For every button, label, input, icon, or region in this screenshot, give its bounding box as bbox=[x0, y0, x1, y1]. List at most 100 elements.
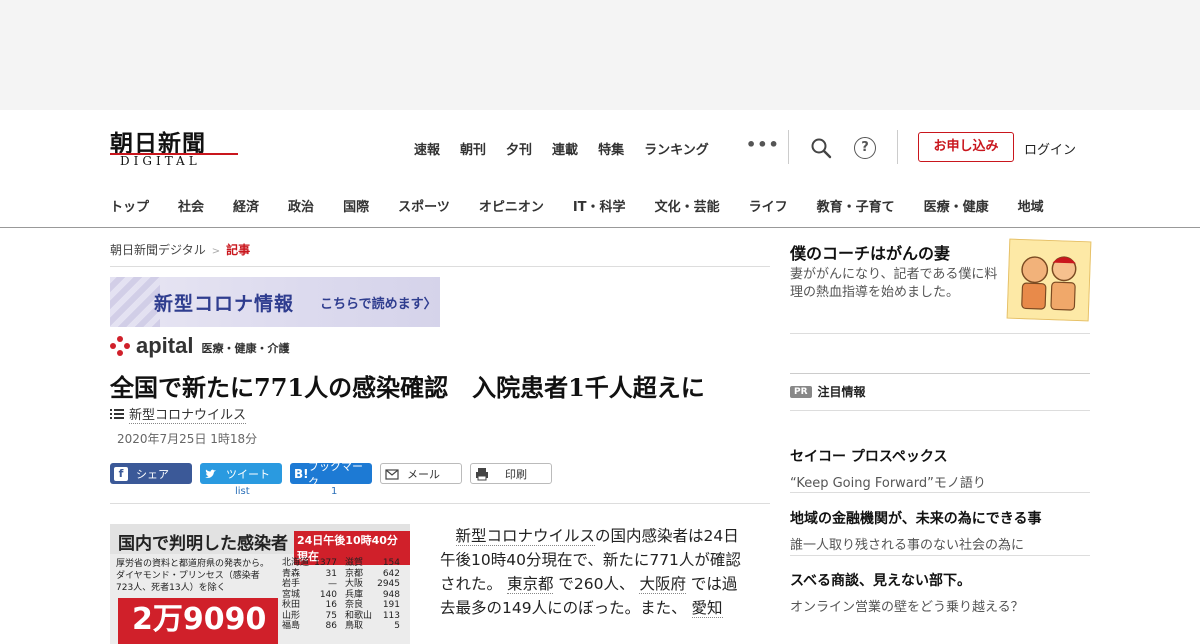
coach-series-title[interactable]: 僕のコーチはがんの妻 bbox=[790, 240, 950, 264]
cat-life[interactable]: ライフ bbox=[749, 196, 788, 215]
infographic-title: 国内で判明した感染者 bbox=[118, 534, 288, 554]
cat-it-science[interactable]: IT・科学 bbox=[573, 196, 626, 215]
hatena-bookmark-button[interactable]: B! ブックマーク bbox=[290, 460, 372, 489]
cat-region[interactable]: 地域 bbox=[1018, 196, 1044, 215]
infographic-table: 北海道 1377 滋賀 154 青森 31 京都 642 岩手 — 大阪 2945 宮城 140 兵庫… bbox=[282, 558, 408, 632]
topic-link[interactable]: 新型コロナウイルス bbox=[129, 404, 247, 424]
twitter-bird-icon bbox=[205, 469, 216, 478]
twitter-share-button[interactable]: ツイート bbox=[200, 463, 282, 484]
breadcrumb-separator: > bbox=[211, 246, 221, 257]
banner-title: 新型コロナ情報 bbox=[154, 293, 295, 315]
pr-item[interactable]: 地域の金融機関が、未来の為にできる事 誰一人取り残される事のない社会の為に bbox=[790, 508, 1090, 553]
article-body: 新型コロナウイルスの国内感染者は24日午後10時40分現在で、新たに771人が確… bbox=[440, 524, 742, 620]
divider bbox=[790, 555, 1090, 556]
divider bbox=[110, 503, 770, 504]
hatena-bookmark-label: ブックマーク bbox=[308, 459, 363, 489]
pr-heading: 注目情報 bbox=[817, 385, 866, 399]
pr-badge: PR bbox=[790, 385, 812, 398]
cat-sports[interactable]: スポーツ bbox=[398, 196, 450, 215]
nav-sokuho[interactable]: 速報 bbox=[414, 139, 440, 158]
print-button[interactable]: 印刷 bbox=[470, 463, 552, 484]
apital-label[interactable]: apital 医療・健康・介護 bbox=[110, 333, 290, 358]
mail-icon bbox=[385, 468, 399, 480]
apital-subtitle: 医療・健康・介護 bbox=[201, 342, 290, 355]
body-link-tokyo[interactable]: 東京都 bbox=[506, 575, 554, 594]
table-row: 北海道 1377 滋賀 154 bbox=[282, 558, 400, 568]
pr-item-desc: “Keep Going Forward”モノ語り bbox=[790, 476, 986, 491]
apital-wordmark: apital bbox=[136, 333, 194, 358]
cat-culture[interactable]: 文化・芸能 bbox=[655, 196, 720, 215]
topic-link-row: 新型コロナウイルス bbox=[110, 404, 247, 424]
facebook-icon: f bbox=[114, 466, 128, 481]
table-row: 青森 31 京都 642 bbox=[282, 568, 400, 579]
table-row: 山形 75 和歌山 113 bbox=[282, 610, 400, 621]
subscribe-button[interactable]: お申し込み bbox=[918, 132, 1014, 162]
corona-info-banner[interactable]: 新型コロナ情報 こちらで読めます〉 bbox=[110, 277, 440, 327]
apital-logo-icon bbox=[110, 336, 132, 356]
help-icon[interactable]: ? bbox=[854, 137, 876, 159]
banner-cta: こちらで読めます〉 bbox=[320, 297, 437, 312]
body-link-aichi[interactable]: 愛知 bbox=[691, 599, 723, 618]
body-text: で260人、 bbox=[558, 575, 635, 593]
divider bbox=[790, 373, 1090, 374]
facebook-share-button[interactable]: f シェア bbox=[110, 463, 192, 484]
body-link-osaka[interactable]: 大阪府 bbox=[639, 575, 686, 594]
site-logo[interactable]: 朝日新聞 DIGITAL bbox=[110, 124, 240, 170]
divider bbox=[788, 130, 789, 164]
coach-series-desc[interactable]: 妻ががんになり、記者である僕に料理の熱血指導を始めました。 bbox=[790, 266, 1004, 302]
logo-digital: DIGITAL bbox=[120, 154, 201, 168]
breadcrumb-home[interactable]: 朝日新聞デジタル bbox=[110, 243, 206, 257]
breadcrumb-current: 記事 bbox=[226, 243, 251, 257]
article-title: 全国で新たに771人の感染確認 入院患者1千人超えに bbox=[110, 373, 705, 402]
hatena-count[interactable]: 1 bbox=[331, 486, 337, 497]
mail-share-button[interactable]: メール bbox=[380, 463, 462, 484]
cat-opinion[interactable]: オピニオン bbox=[479, 196, 544, 215]
cat-society[interactable]: 社会 bbox=[178, 196, 204, 215]
site-header: 朝日新聞 DIGITAL 速報 朝刊 夕刊 連載 特集 ランキング ••• ? … bbox=[0, 110, 1200, 228]
table-row: 宮城 140 兵庫 948 bbox=[282, 589, 400, 600]
cat-education[interactable]: 教育・子育て bbox=[817, 196, 895, 215]
twitter-count[interactable]: list bbox=[235, 486, 250, 497]
print-label: 印刷 bbox=[505, 467, 527, 481]
cat-health[interactable]: 医療・健康 bbox=[924, 196, 989, 215]
body-link-corona[interactable]: 新型コロナウイルス bbox=[455, 527, 596, 546]
pr-item-title: 地域の金融機関が、未来の為にできる事 bbox=[790, 511, 1042, 527]
nav-tokushu[interactable]: 特集 bbox=[598, 139, 624, 158]
infographic-note: 厚労省の資料と都道府県の発表から。ダイヤモンド・プリンセス（感染者723人、死者… bbox=[116, 559, 270, 593]
cat-economy[interactable]: 経済 bbox=[233, 196, 259, 215]
divider bbox=[790, 492, 1090, 493]
table-row: 秋田 16 奈良 191 bbox=[282, 600, 400, 610]
cat-international[interactable]: 国際 bbox=[343, 196, 369, 215]
cat-politics[interactable]: 政治 bbox=[288, 196, 314, 215]
infographic-total: 2万9090 bbox=[118, 598, 278, 644]
category-nav: トップ 社会 経済 政治 国際 スポーツ オピニオン IT・科学 文化・芸能 ラ… bbox=[110, 196, 1044, 215]
article-date: 2020年7月25日 1時18分 bbox=[117, 432, 258, 446]
list-icon bbox=[110, 409, 124, 419]
cat-top[interactable]: トップ bbox=[110, 196, 149, 215]
divider bbox=[790, 333, 1090, 334]
login-link[interactable]: ログイン bbox=[1024, 139, 1076, 158]
print-icon bbox=[476, 467, 488, 480]
pr-item-title: セイコー プロスペックス bbox=[790, 449, 948, 465]
infographic-image[interactable]: 国内で判明した感染者 24日午後10時40分現在 厚労省の資料と都道府県の発表か… bbox=[110, 524, 410, 644]
nav-yuukan[interactable]: 夕刊 bbox=[506, 139, 532, 158]
nav-ranking[interactable]: ランキング bbox=[644, 139, 709, 158]
more-menu-icon[interactable]: ••• bbox=[746, 135, 780, 154]
divider bbox=[897, 130, 898, 164]
banner-decoration bbox=[110, 277, 160, 327]
nav-choukan[interactable]: 朝刊 bbox=[460, 139, 486, 158]
pr-item[interactable]: セイコー プロスペックス “Keep Going Forward”モノ語り bbox=[790, 446, 1090, 491]
divider bbox=[110, 266, 770, 267]
table-row: 岩手 — 大阪 2945 bbox=[282, 579, 400, 589]
pr-section-header: PR 注目情報 bbox=[790, 383, 866, 400]
pr-item-title: スベる商談、見えない部下。 bbox=[790, 573, 972, 589]
divider bbox=[790, 410, 1090, 411]
breadcrumb: 朝日新聞デジタル > 記事 bbox=[110, 241, 250, 258]
nav-rensai[interactable]: 連載 bbox=[552, 139, 578, 158]
pr-item[interactable]: スベる商談、見えない部下。 オンライン営業の壁をどう乗り越える？ bbox=[790, 570, 1090, 615]
hatena-icon: B! bbox=[294, 466, 309, 481]
pr-item-desc: 誰一人取り残される事のない社会の為に bbox=[790, 538, 1025, 553]
coach-illustration[interactable] bbox=[1006, 238, 1092, 322]
search-icon[interactable] bbox=[810, 137, 832, 159]
ad-banner-area bbox=[0, 0, 1200, 110]
